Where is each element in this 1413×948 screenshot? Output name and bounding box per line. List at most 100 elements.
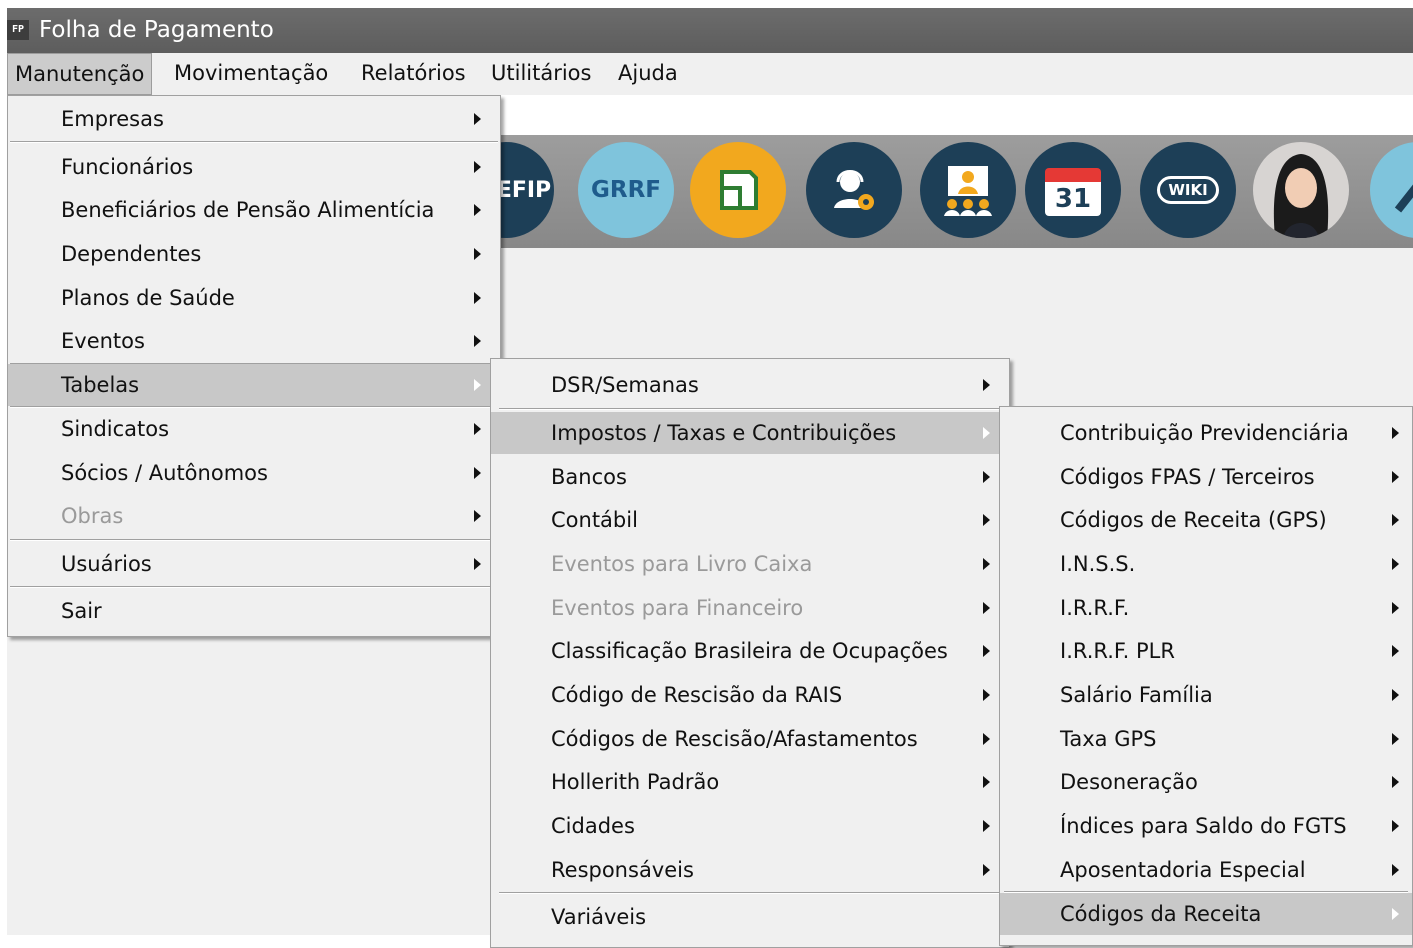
menu-item-eventos-financeiro[interactable]: Eventos para Financeiro — [491, 587, 1009, 629]
menu-item-planos-saude[interactable]: Planos de Saúde — [8, 277, 500, 319]
submenu-arrow-icon — [983, 864, 990, 876]
menu-item-obras[interactable]: Obras — [8, 495, 500, 537]
submenu-impostos-taxas: Contribuição Previdenciária Códigos FPAS… — [999, 406, 1413, 946]
submenu-arrow-icon — [983, 514, 990, 526]
menu-item-irrf[interactable]: I.R.R.F. — [1000, 587, 1412, 629]
submenu-arrow-icon — [1392, 471, 1399, 483]
assistant-avatar[interactable] — [1253, 142, 1349, 238]
menu-item-cbo[interactable]: Classificação Brasileira de Ocupações — [491, 630, 1009, 672]
menu-utilitarios[interactable]: Utilitários — [484, 53, 598, 95]
menu-item-label: Eventos para Financeiro — [551, 596, 804, 620]
menu-item-label: Contribuição Previdenciária — [1060, 421, 1349, 445]
menu-item-label: Sair — [61, 599, 102, 623]
menu-item-label: I.N.S.S. — [1060, 552, 1136, 576]
menu-item-empresas[interactable]: Empresas — [8, 98, 500, 140]
menu-item-label: Responsáveis — [551, 858, 694, 882]
menu-item-codigos-receita-gps[interactable]: Códigos de Receita (GPS) — [1000, 499, 1412, 541]
menu-item-funcionarios[interactable]: Funcionários — [8, 146, 500, 188]
menu-item-cidades[interactable]: Cidades — [491, 805, 1009, 847]
menu-item-label: Códigos de Receita (GPS) — [1060, 508, 1327, 532]
menu-item-label: Empresas — [61, 107, 164, 131]
menu-item-aposentadoria-especial[interactable]: Aposentadoria Especial — [1000, 849, 1412, 891]
menu-item-salario-familia[interactable]: Salário Família — [1000, 674, 1412, 716]
menu-item-label: Bancos — [551, 465, 627, 489]
menu-item-label: Cidades — [551, 814, 635, 838]
menu-item-sindicatos[interactable]: Sindicatos — [8, 408, 500, 450]
menu-item-indices-fgts[interactable]: Índices para Saldo do FGTS — [1000, 805, 1412, 847]
menu-item-label: Beneficiários de Pensão Alimentícia — [61, 198, 435, 222]
menu-item-label: Códigos da Receita — [1060, 902, 1262, 926]
menu-item-label: Código de Rescisão da RAIS — [551, 683, 843, 707]
window-title: Folha de Pagamento — [39, 17, 274, 43]
menu-item-contribuicao-previdenciaria[interactable]: Contribuição Previdenciária — [1000, 412, 1412, 454]
avatar-portrait-icon — [1273, 154, 1329, 238]
submenu-arrow-icon — [983, 645, 990, 657]
menu-item-beneficiarios[interactable]: Beneficiários de Pensão Alimentícia — [8, 189, 500, 231]
menu-item-desoneracao[interactable]: Desoneração — [1000, 761, 1412, 803]
menu-item-bancos[interactable]: Bancos — [491, 456, 1009, 498]
title-bar: FP Folha de Pagamento — [7, 8, 1413, 53]
submenu-arrow-icon — [474, 558, 481, 570]
menu-item-usuarios[interactable]: Usuários — [8, 543, 500, 585]
menu-item-dependentes[interactable]: Dependentes — [8, 233, 500, 275]
menu-manutencao[interactable]: Manutenção — [7, 53, 153, 95]
menu-item-label: Usuários — [61, 552, 152, 576]
document-shape-icon — [720, 170, 758, 210]
submenu-arrow-icon — [474, 423, 481, 435]
menu-item-sair[interactable]: Sair — [8, 590, 500, 632]
submenu-arrow-icon — [1392, 602, 1399, 614]
submenu-arrow-icon — [474, 335, 481, 347]
wiki-icon-text: WIKI — [1157, 176, 1219, 204]
calendar-day: 31 — [1045, 182, 1101, 216]
menu-item-codigos-fpas[interactable]: Códigos FPAS / Terceiros — [1000, 456, 1412, 498]
submenu-arrow-icon — [983, 733, 990, 745]
submenu-arrow-icon — [474, 292, 481, 304]
menu-item-rescisao-afastamentos[interactable]: Códigos de Rescisão/Afastamentos — [491, 718, 1009, 760]
menu-item-label: Hollerith Padrão — [551, 770, 720, 794]
menu-item-rescisao-rais[interactable]: Código de Rescisão da RAIS — [491, 674, 1009, 716]
menu-item-impostos-taxas[interactable]: Impostos / Taxas e Contribuições — [491, 412, 1009, 454]
document-icon[interactable] — [690, 142, 786, 238]
menu-item-label: Impostos / Taxas e Contribuições — [551, 421, 897, 445]
menu-item-codigos-da-receita[interactable]: Códigos da Receita — [1000, 893, 1412, 935]
menu-item-label: Funcionários — [61, 155, 194, 179]
submenu-arrow-icon — [983, 427, 990, 439]
wiki-icon[interactable]: WIKI — [1140, 142, 1236, 238]
headset-gear-icon — [834, 170, 874, 210]
sefip-icon-text: EFIP — [496, 177, 552, 203]
menu-item-label: Eventos — [61, 329, 145, 353]
menu-item-responsaveis[interactable]: Responsáveis — [491, 849, 1009, 891]
menu-item-socios-autonomos[interactable]: Sócios / Autônomos — [8, 452, 500, 494]
menu-item-variaveis[interactable]: Variáveis — [491, 896, 1009, 938]
menu-movimentacao[interactable]: Movimentação — [167, 53, 335, 95]
grrf-icon[interactable]: GRRF — [578, 142, 674, 238]
menu-ajuda[interactable]: Ajuda — [611, 53, 685, 95]
submenu-arrow-icon — [1392, 820, 1399, 832]
submenu-arrow-icon — [983, 776, 990, 788]
menu-relatorios[interactable]: Relatórios — [354, 53, 473, 95]
menu-item-contabil[interactable]: Contábil — [491, 499, 1009, 541]
people-board-icon — [944, 166, 992, 216]
submenu-arrow-icon — [1392, 558, 1399, 570]
menu-item-label: Taxa GPS — [1060, 727, 1157, 751]
menu-item-inss[interactable]: I.N.S.S. — [1000, 543, 1412, 585]
menu-item-hollerith-padrao[interactable]: Hollerith Padrão — [491, 761, 1009, 803]
menu-item-taxa-gps[interactable]: Taxa GPS — [1000, 718, 1412, 760]
meeting-icon[interactable] — [920, 142, 1016, 238]
submenu-arrow-icon — [474, 467, 481, 479]
calendar-icon[interactable]: 31 — [1025, 142, 1121, 238]
menu-item-label: Sindicatos — [61, 417, 170, 441]
menu-item-eventos[interactable]: Eventos — [8, 320, 500, 362]
menu-item-dsr-semanas[interactable]: DSR/Semanas — [491, 364, 1009, 406]
menu-item-label: Dependentes — [61, 242, 202, 266]
submenu-arrow-icon — [474, 113, 481, 125]
menu-item-label: DSR/Semanas — [551, 373, 699, 397]
support-agent-icon[interactable] — [806, 142, 902, 238]
menu-manutencao-dropdown: Empresas Funcionários Beneficiários de P… — [7, 95, 501, 637]
menu-item-label: Desoneração — [1060, 770, 1198, 794]
submenu-arrow-icon — [474, 204, 481, 216]
menu-item-tabelas[interactable]: Tabelas — [8, 364, 500, 406]
menu-item-eventos-livro-caixa[interactable]: Eventos para Livro Caixa — [491, 543, 1009, 585]
menu-item-label: Aposentadoria Especial — [1060, 858, 1306, 882]
menu-item-irrf-plr[interactable]: I.R.R.F. PLR — [1000, 630, 1412, 672]
